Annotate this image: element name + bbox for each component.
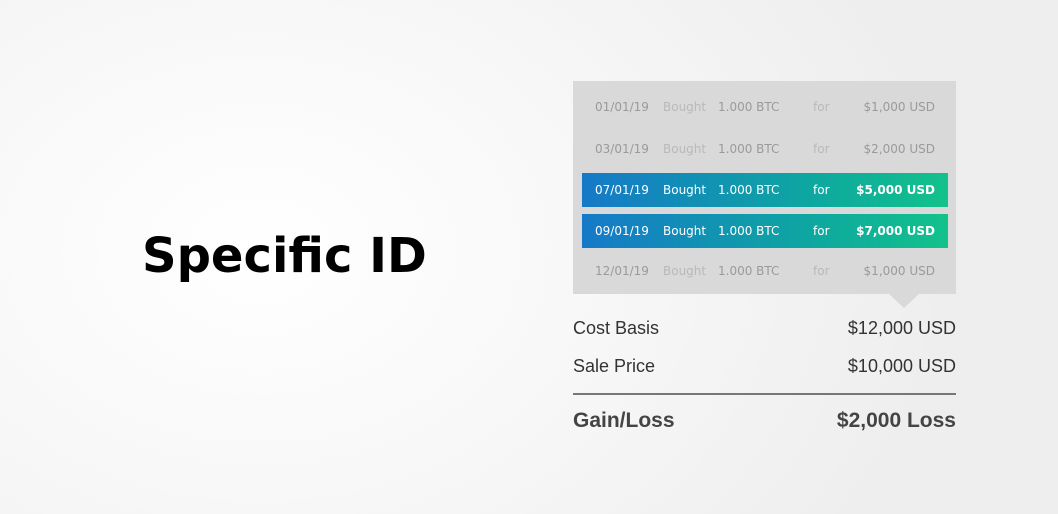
transaction-for: for (813, 183, 830, 197)
transaction-action: Bought (663, 183, 707, 197)
panel-pointer (889, 294, 919, 308)
sale-price-label: Sale Price (573, 356, 656, 376)
gain-loss-label: Gain/Loss (573, 409, 675, 432)
transaction-row[interactable]: 01/01/19 Bought 1.000 BTC for $1,000 USD (582, 90, 948, 124)
cost-basis-label: Cost Basis (573, 318, 660, 338)
transaction-quantity: 1.000 BTC (718, 224, 780, 238)
transaction-action: Bought (663, 142, 707, 156)
transaction-list: 01/01/19 Bought 1.000 BTC for $1,000 USD… (573, 81, 956, 294)
cost-basis-value: $12,000 USD (847, 318, 956, 338)
gain-loss-value: $2,000 Loss (836, 409, 956, 432)
transaction-row-selected[interactable]: 07/01/19 Bought 1.000 BTC for $5,000 USD (582, 173, 948, 207)
summary-divider (573, 393, 956, 395)
transaction-date: 07/01/19 (595, 183, 649, 197)
transaction-for: for (813, 100, 830, 114)
sale-price-value: $10,000 USD (847, 356, 956, 376)
transaction-quantity: 1.000 BTC (718, 183, 780, 197)
transaction-amount: $1,000 USD (863, 100, 935, 114)
transaction-row[interactable]: 03/01/19 Bought 1.000 BTC for $2,000 USD (582, 132, 948, 166)
transaction-for: for (813, 142, 830, 156)
transaction-amount: $2,000 USD (863, 142, 935, 156)
transaction-row-selected[interactable]: 09/01/19 Bought 1.000 BTC for $7,000 USD (582, 214, 948, 248)
transaction-date: 12/01/19 (595, 264, 649, 278)
transaction-quantity: 1.000 BTC (718, 100, 780, 114)
transaction-date: 01/01/19 (595, 100, 649, 114)
transaction-quantity: 1.000 BTC (718, 264, 780, 278)
transaction-action: Bought (663, 100, 707, 114)
transaction-quantity: 1.000 BTC (718, 142, 780, 156)
transaction-amount: $7,000 USD (856, 224, 935, 238)
transaction-date: 09/01/19 (595, 224, 649, 238)
page-title: Specific ID (142, 228, 427, 284)
transaction-for: for (813, 224, 830, 238)
transaction-action: Bought (663, 224, 707, 238)
transaction-for: for (813, 264, 830, 278)
transaction-amount: $1,000 USD (863, 264, 935, 278)
transaction-action: Bought (663, 264, 707, 278)
transaction-date: 03/01/19 (595, 142, 649, 156)
transaction-amount: $5,000 USD (856, 183, 935, 197)
transaction-row[interactable]: 12/01/19 Bought 1.000 BTC for $1,000 USD (582, 254, 948, 288)
